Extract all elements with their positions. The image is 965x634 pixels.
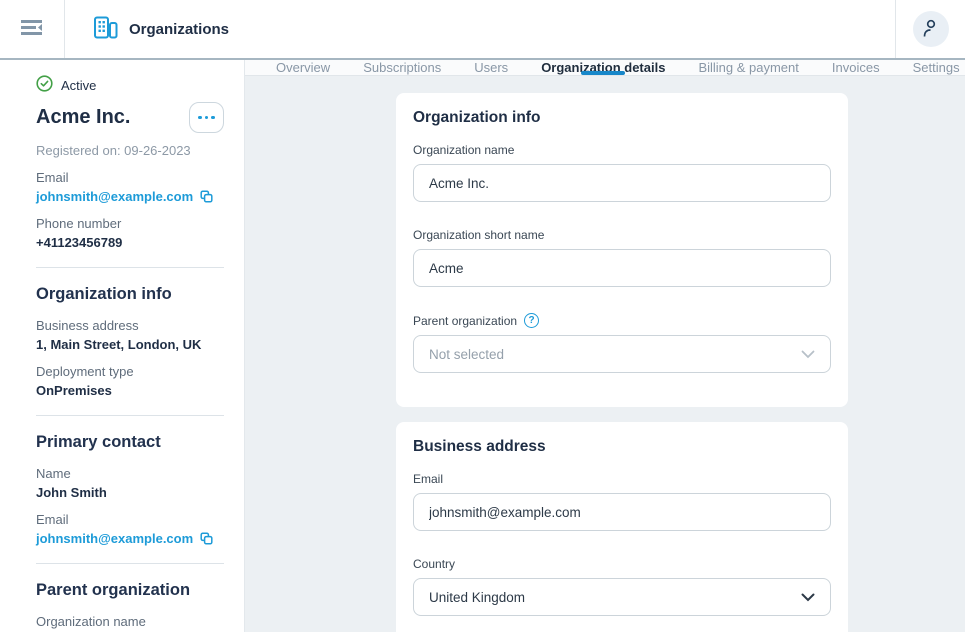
more-actions-button[interactable]: [189, 102, 224, 133]
help-icon[interactable]: ?: [524, 313, 539, 328]
tab-users[interactable]: Users: [474, 60, 508, 75]
email-link[interactable]: johnsmith@example.com: [36, 189, 193, 204]
check-circle-icon: [36, 75, 53, 95]
country-select[interactable]: United Kingdom: [413, 578, 831, 616]
registered-date: Registered on: 09-26-2023: [36, 143, 224, 158]
scroll-area: Organization info Organization name Orga…: [245, 76, 965, 632]
collapse-menu-icon: [19, 18, 45, 40]
divider: [36, 415, 224, 416]
contact-email-link[interactable]: johnsmith@example.com: [36, 531, 193, 546]
business-address-card: Business address Email Country United Ki…: [396, 422, 848, 632]
app-title: Organizations: [65, 0, 229, 58]
org-short-name-input[interactable]: [413, 249, 831, 287]
collapse-menu-button[interactable]: [0, 0, 65, 58]
parent-org-select[interactable]: Not selected: [413, 335, 831, 373]
topbar-spacer: [229, 0, 895, 58]
country-select-value: United Kingdom: [429, 590, 525, 605]
business-address-label: Business address: [36, 318, 224, 333]
country-group: Country United Kingdom: [413, 557, 831, 616]
org-name-label: Organization name: [413, 143, 831, 157]
card-title: Organization info: [413, 109, 831, 127]
tab-bar: Overview Subscriptions Users Organizatio…: [245, 60, 965, 76]
page-body: Active Acme Inc. Registered on: 09-26-20…: [0, 60, 965, 632]
contact-email-field: Email johnsmith@example.com: [36, 512, 224, 546]
parent-org-group: Parent organization ? Not selected: [413, 313, 831, 373]
business-email-input[interactable]: [413, 493, 831, 531]
status-badge: Active: [61, 78, 96, 93]
country-label: Country: [413, 557, 831, 571]
tab-settings[interactable]: Settings: [913, 60, 960, 75]
org-name-group: Organization name: [413, 143, 831, 202]
phone-value: +41123456789: [36, 235, 224, 250]
business-email-group: Email: [413, 472, 831, 531]
chevron-down-icon: [801, 347, 815, 362]
main-content: Overview Subscriptions Users Organizatio…: [245, 60, 965, 632]
parent-org-select-value: Not selected: [429, 347, 504, 362]
user-avatar-button[interactable]: [913, 11, 949, 47]
tab-subscriptions[interactable]: Subscriptions: [363, 60, 441, 75]
org-name-row: Acme Inc.: [36, 102, 224, 133]
status-row: Active: [36, 75, 224, 95]
page-title: Organizations: [129, 21, 229, 38]
tab-organization-details[interactable]: Organization details: [541, 60, 665, 75]
divider: [36, 563, 224, 564]
avatar-area: [895, 0, 965, 58]
contact-name-field: Name John Smith: [36, 466, 224, 500]
copy-icon[interactable]: [200, 532, 213, 545]
org-short-name-label: Organization short name: [413, 228, 831, 242]
org-short-name-group: Organization short name: [413, 228, 831, 287]
user-icon: [921, 18, 940, 41]
deployment-type-value: OnPremises: [36, 383, 224, 398]
contact-name-label: Name: [36, 466, 224, 481]
sidebar: Active Acme Inc. Registered on: 09-26-20…: [0, 60, 245, 632]
copy-icon[interactable]: [200, 190, 213, 203]
tab-overview[interactable]: Overview: [276, 60, 330, 75]
deployment-type-label: Deployment type: [36, 364, 224, 379]
phone-label: Phone number: [36, 216, 224, 231]
parent-org-name-label: Organization name: [36, 614, 224, 629]
org-name-input[interactable]: [413, 164, 831, 202]
org-name-title: Acme Inc.: [36, 106, 130, 129]
divider: [36, 267, 224, 268]
tab-invoices[interactable]: Invoices: [832, 60, 880, 75]
contact-name-value: John Smith: [36, 485, 224, 500]
section-heading-parent-org: Parent organization: [36, 581, 224, 600]
business-address-field: Business address 1, Main Street, London,…: [36, 318, 224, 352]
section-heading-primary-contact: Primary contact: [36, 433, 224, 452]
contact-email-label: Email: [36, 512, 224, 527]
business-email-label: Email: [413, 472, 831, 486]
top-bar: Organizations: [0, 0, 965, 60]
section-heading-org-info: Organization info: [36, 285, 224, 304]
parent-org-name-field: Organization name -: [36, 614, 224, 632]
organizations-icon: [93, 16, 118, 43]
parent-org-label: Parent organization: [413, 314, 517, 328]
business-address-value: 1, Main Street, London, UK: [36, 337, 224, 352]
email-label: Email: [36, 170, 224, 185]
tab-billing-payment[interactable]: Billing & payment: [698, 60, 798, 75]
sidebar-email-field: Email johnsmith@example.com: [36, 170, 224, 204]
chevron-down-icon: [801, 590, 815, 605]
organization-info-card: Organization info Organization name Orga…: [396, 93, 848, 407]
card-title: Business address: [413, 438, 831, 456]
sidebar-phone-field: Phone number +41123456789: [36, 216, 224, 250]
deployment-type-field: Deployment type OnPremises: [36, 364, 224, 398]
